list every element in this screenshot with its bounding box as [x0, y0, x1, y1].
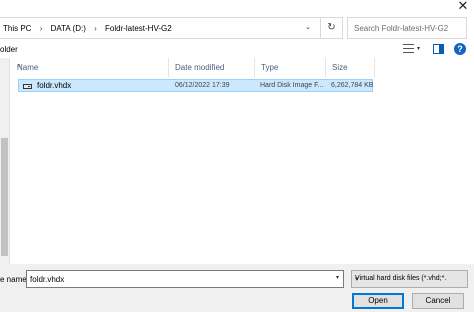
toolbar: older ▾ ? — [0, 41, 474, 58]
address-dropdown-icon[interactable]: ⌄ — [305, 23, 311, 31]
cancel-button[interactable]: Cancel — [412, 293, 464, 309]
dialog-footer: e name: ▾ Virtual hard disk files (*.vhd… — [0, 264, 474, 312]
column-header-date-modified[interactable]: Date modified — [169, 58, 255, 77]
column-header-type[interactable]: Type — [255, 58, 326, 77]
breadcrumb-this-pc[interactable]: This PC — [3, 24, 31, 33]
nav-scrollbar[interactable] — [0, 58, 9, 264]
file-name: foldr.vhdx — [37, 81, 72, 90]
filename-label: e name: — [0, 275, 29, 284]
column-headers: Name ^ Date modified Type Size — [11, 58, 474, 77]
close-icon[interactable]: ✕ — [455, 0, 471, 14]
file-date: 06/12/2022 17:39 — [175, 82, 230, 89]
address-row: This PC › DATA (D:) › Foldr-latest-HV-G2… — [0, 17, 474, 41]
file-type-value: Virtual hard disk files (*.vhd;*. — [355, 275, 447, 282]
file-size: 6,262,784 KB — [331, 82, 374, 89]
navigation-pane[interactable] — [0, 58, 10, 264]
open-button[interactable]: Open — [352, 293, 404, 309]
nav-scrollbar-thumb[interactable] — [1, 138, 8, 256]
breadcrumb-separator-icon[interactable]: › — [94, 24, 97, 33]
refresh-button[interactable]: ↻ — [321, 17, 343, 39]
file-list[interactable]: Name ^ Date modified Type Size foldr.vhd… — [11, 58, 474, 264]
breadcrumb-current-folder[interactable]: Foldr-latest-HV-G2 — [105, 24, 172, 33]
file-open-dialog: ✕ This PC › DATA (D:) › Foldr-latest-HV-… — [0, 0, 474, 312]
help-icon[interactable]: ? — [454, 43, 466, 55]
disk-image-icon — [23, 84, 32, 89]
filename-dropdown-icon[interactable]: ▾ — [336, 274, 339, 281]
file-type-select[interactable]: Virtual hard disk files (*.vhd;*. ▾ — [351, 270, 468, 288]
column-header-name[interactable]: Name ^ — [11, 58, 169, 77]
view-dropdown-icon[interactable]: ▾ — [417, 45, 420, 52]
view-options-icon[interactable] — [403, 44, 414, 53]
column-header-size[interactable]: Size — [326, 58, 375, 77]
search-input[interactable]: Search Foldr-latest-HV-G2 — [347, 17, 467, 39]
breadcrumb: This PC › DATA (D:) › Foldr-latest-HV-G2 — [3, 24, 172, 34]
file-row[interactable]: foldr.vhdx 06/12/2022 17:39 Hard Disk Im… — [18, 79, 373, 92]
new-folder-button[interactable]: older — [0, 45, 18, 54]
file-type-dropdown-icon[interactable]: ▾ — [355, 275, 359, 283]
file-type: Hard Disk Image F... — [260, 82, 324, 89]
sort-ascending-icon: ^ — [17, 63, 21, 72]
preview-pane-icon[interactable] — [433, 44, 444, 54]
breadcrumb-separator-icon[interactable]: › — [40, 24, 43, 33]
breadcrumb-data-drive[interactable]: DATA (D:) — [51, 24, 86, 33]
filename-input[interactable] — [26, 270, 344, 288]
address-bar[interactable]: This PC › DATA (D:) › Foldr-latest-HV-G2… — [0, 17, 321, 39]
search-placeholder: Search Foldr-latest-HV-G2 — [354, 24, 449, 33]
